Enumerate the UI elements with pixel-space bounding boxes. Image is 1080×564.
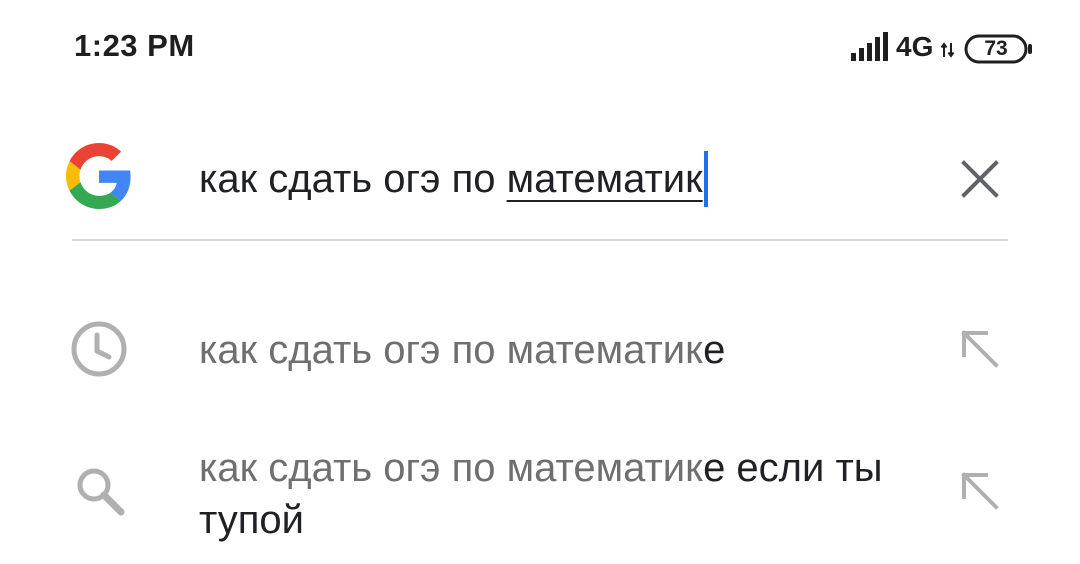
suggestion-text: как сдать огэ по математике (199, 324, 934, 376)
query-typed-word: математик (506, 157, 703, 201)
close-icon[interactable] (952, 151, 1008, 207)
status-bar: 1:23 PM 4G 73 (0, 0, 1080, 96)
suggestion-completion-text: е (703, 328, 726, 372)
search-icon (77, 468, 125, 516)
suggestion-item[interactable]: как сдать огэ по математике если ты тупо… (0, 420, 1080, 560)
search-screen: 1:23 PM 4G 73 как сдать огэ по математик (0, 0, 1080, 564)
suggestion-matched-text: как сдать огэ по математик (199, 328, 704, 372)
query-prefix: как сдать огэ по (199, 157, 507, 201)
history-clock-icon (71, 321, 127, 377)
text-cursor (703, 151, 708, 207)
search-divider (72, 239, 1008, 241)
suggestion-matched-text: как сдать огэ по математик (199, 446, 704, 490)
signal-strength-icon (851, 32, 888, 61)
google-g-icon (66, 143, 131, 209)
suggestion-text: как сдать огэ по математике если ты тупо… (199, 442, 934, 546)
data-activity-icon (941, 42, 955, 58)
status-time: 1:23 PM (74, 28, 195, 63)
fill-query-arrow-icon[interactable] (952, 463, 1006, 517)
fill-query-arrow-icon[interactable] (952, 321, 1006, 375)
suggestion-item[interactable]: как сдать огэ по математике (0, 300, 1080, 410)
battery-level: 73 (984, 37, 1008, 60)
network-type: 4G (896, 31, 934, 62)
search-input[interactable]: как сдать огэ по математик (199, 151, 708, 207)
